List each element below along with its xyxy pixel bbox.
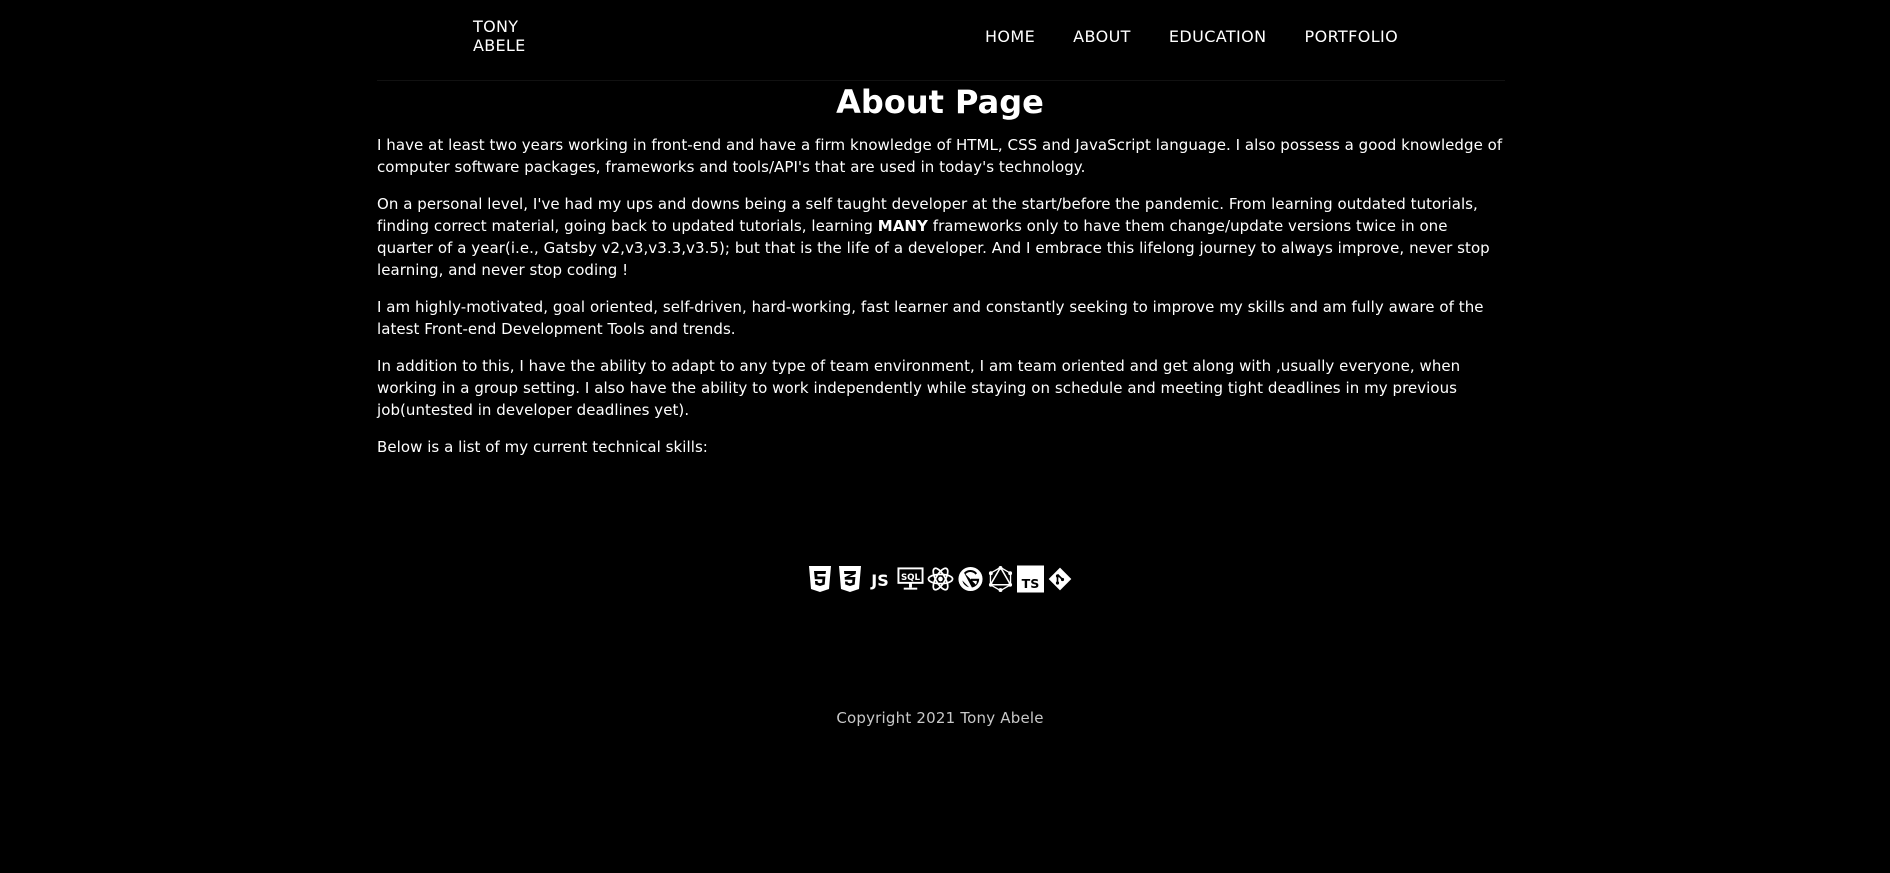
sql-icon: SQL [896,564,924,594]
skills-icon-row: JS SQL TS [0,564,1880,594]
nav-home-link[interactable]: HOME [985,27,1035,46]
svg-text:JS: JS [870,571,888,590]
sql-icon-text: SQL [900,573,920,583]
javascript-icon: JS [867,564,894,594]
react-icon [927,564,954,594]
typescript-icon-text: TS [1021,576,1039,591]
graphql-icon [987,564,1014,594]
logo-last-name: ABELE [473,36,526,55]
about-paragraph-traits: I am highly-motivated, goal oriented, se… [377,298,1484,338]
logo-first-name: TONY [473,17,519,36]
nav-about-link[interactable]: ABOUT [1073,27,1131,46]
nav-education-link[interactable]: EDUCATION [1169,27,1267,46]
html5-icon [807,564,834,594]
git-icon [1047,564,1074,594]
site-logo[interactable]: TONY ABELE [473,17,526,55]
personal-text-emphasis: MANY [877,217,928,235]
typescript-icon: TS [1016,564,1044,594]
nav-portfolio-link[interactable]: PORTFOLIO [1305,27,1399,46]
main-nav: HOME ABOUT EDUCATION PORTFOLIO [985,27,1436,46]
footer-copyright: Copyright 2021 Tony Abele [836,709,1044,727]
about-paragraph-teamwork: In addition to this, I have the ability … [377,357,1461,419]
about-content: I have at least two years working in fro… [377,134,1507,473]
page-title: About Page [836,83,1044,121]
gatsby-icon [957,564,984,594]
about-paragraph-skills-intro: Below is a list of my current technical … [377,438,708,456]
about-paragraph-personal: On a personal level, I've had my ups and… [377,193,1507,281]
css3-icon [837,564,864,594]
about-paragraph-experience: I have at least two years working in fro… [377,136,1503,176]
site-header: TONY ABELE HOME ABOUT EDUCATION PORTFOLI… [0,0,1890,80]
